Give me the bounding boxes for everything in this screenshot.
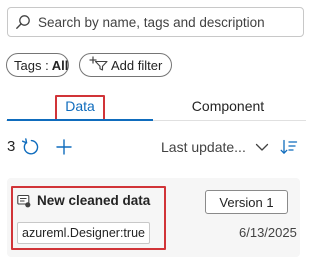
data-asset-card[interactable]: New cleaned data azureml.Designer:true V… bbox=[7, 178, 300, 257]
tag-badge: azureml.Designer:true bbox=[17, 222, 150, 244]
tags-filter-chip[interactable]: Tags : All bbox=[6, 53, 69, 77]
tags-filter-value: All bbox=[51, 57, 69, 73]
add-filter-icon bbox=[89, 56, 108, 74]
selected-tab-indicator bbox=[7, 119, 153, 121]
add-filter-button[interactable]: Add filter bbox=[79, 53, 172, 77]
list-toolbar: 3 Last update... bbox=[0, 134, 312, 160]
search-icon bbox=[8, 8, 38, 36]
search-box[interactable] bbox=[7, 7, 304, 37]
add-icon[interactable] bbox=[54, 136, 74, 158]
tab-data[interactable]: Data bbox=[54, 92, 106, 121]
tab-component[interactable]: Component bbox=[182, 92, 274, 120]
search-input[interactable] bbox=[38, 14, 293, 30]
tags-filter-label: Tags : bbox=[14, 57, 49, 73]
add-filter-label: Add filter bbox=[111, 57, 163, 73]
version-button[interactable]: Version 1 bbox=[205, 190, 288, 214]
dataset-icon bbox=[17, 194, 31, 208]
chevron-down-icon[interactable] bbox=[252, 136, 272, 158]
last-updated-date: 6/13/2025 bbox=[239, 225, 297, 240]
refresh-icon[interactable] bbox=[20, 136, 40, 158]
item-count: 3 bbox=[7, 138, 16, 155]
tab-component-label: Component bbox=[191, 98, 265, 114]
highlight-box bbox=[55, 95, 105, 121]
tab-list: Data Component bbox=[0, 92, 312, 122]
data-asset-title[interactable]: New cleaned data bbox=[17, 193, 150, 208]
sort-icon[interactable] bbox=[279, 136, 299, 158]
sort-dropdown-label[interactable]: Last update... bbox=[161, 139, 246, 155]
data-asset-name: New cleaned data bbox=[37, 193, 151, 208]
